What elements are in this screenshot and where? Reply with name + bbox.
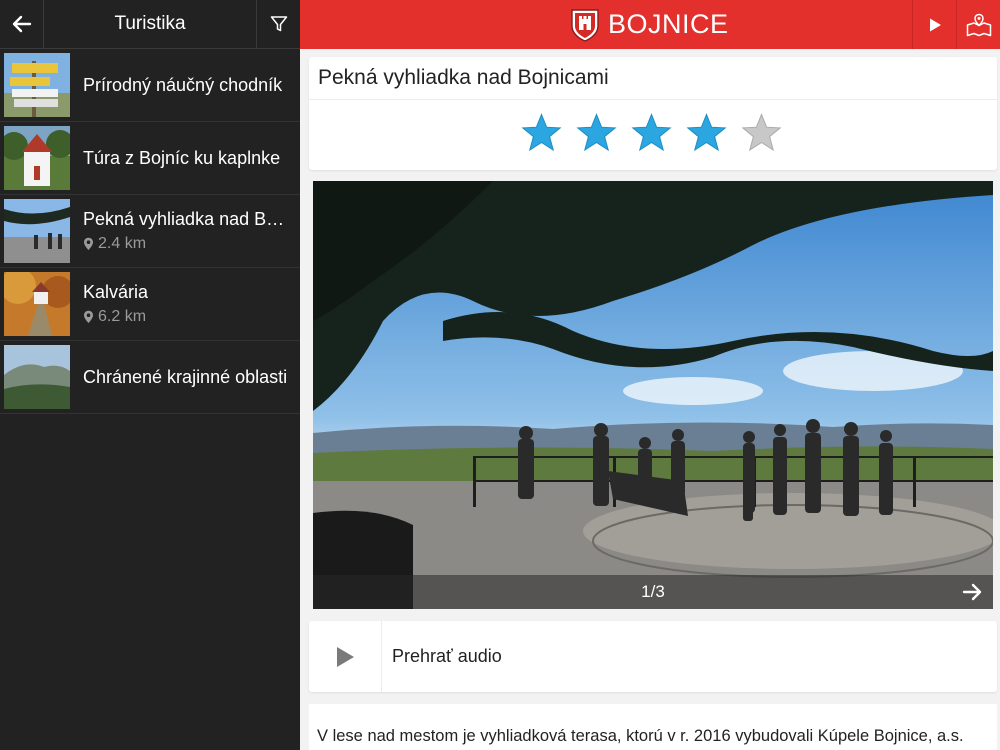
filter-button[interactable] — [256, 0, 300, 48]
item-title: Túra z Bojníc ku kaplnke — [83, 147, 281, 168]
star-filled-icon — [631, 113, 672, 152]
rating-stars — [521, 113, 782, 153]
list-item[interactable]: Kalvária 6.2 km — [0, 268, 300, 341]
next-photo-button[interactable] — [955, 575, 989, 609]
sidebar: Turistika Prírodný náučný chodník Túra z… — [0, 0, 300, 750]
sidebar-header: Turistika — [0, 0, 300, 49]
map-button[interactable] — [956, 0, 1000, 49]
item-title: Chránené krajinné oblasti — [83, 366, 288, 387]
item-title: Pekná vyhliadka nad Bojnicami — [83, 209, 288, 229]
star-filled-icon — [576, 113, 617, 152]
divider — [309, 99, 997, 100]
location-pin-icon — [84, 310, 93, 323]
brand-name: BOJNICE — [608, 9, 729, 39]
sidebar-title: Turistika — [114, 13, 186, 34]
gallery-controls: 1/3 — [313, 575, 993, 609]
audio-play-area — [309, 621, 382, 692]
play-tour-button[interactable] — [912, 0, 956, 49]
star-filled-icon — [521, 113, 562, 152]
thumbnail-image — [4, 345, 70, 409]
distance-value: 2.4 km — [98, 235, 147, 252]
audio-label: Prehrať audio — [392, 646, 502, 666]
filter-icon — [270, 16, 287, 32]
item-title: Kalvária — [83, 282, 149, 302]
map-icon — [966, 13, 991, 36]
item-distance: 6.2 km — [83, 308, 288, 326]
play-icon — [929, 18, 941, 31]
next-arrow-icon — [962, 583, 982, 601]
star-empty-icon — [741, 113, 782, 152]
thumbnail-image — [4, 199, 70, 263]
gallery-photo — [313, 181, 993, 609]
back-button[interactable] — [0, 0, 44, 48]
place-list: Prírodný náučný chodník Túra z Bojníc ku… — [0, 49, 300, 414]
description-card: V lese nad mestom je vyhliadková terasa,… — [309, 704, 997, 750]
item-title: Prírodný náučný chodník — [83, 74, 283, 95]
location-pin-icon — [84, 237, 93, 250]
gallery-counter: 1/3 — [641, 582, 665, 601]
list-item[interactable]: Chránené krajinné oblasti — [0, 341, 300, 414]
play-audio-button[interactable]: Prehrať audio — [309, 621, 997, 692]
thumbnail-image — [4, 272, 70, 336]
coat-of-arms-icon — [571, 8, 599, 42]
distance-value: 6.2 km — [98, 308, 147, 325]
thumbnail-image — [4, 53, 70, 117]
list-item[interactable]: Pekná vyhliadka nad Bojnicami 2.4 km — [0, 195, 300, 268]
title-card: Pekná vyhliadka nad Bojnicami — [309, 57, 997, 170]
top-bar: BOJNICE — [300, 0, 1000, 49]
item-distance: 2.4 km — [83, 235, 288, 253]
brand: BOJNICE — [570, 0, 729, 49]
photo-gallery[interactable]: 1/3 — [313, 181, 993, 609]
list-item[interactable]: Prírodný náučný chodník — [0, 49, 300, 122]
description-text: V lese nad mestom je vyhliadková terasa,… — [317, 727, 964, 745]
back-arrow-icon — [12, 15, 31, 33]
thumbnail-image — [4, 126, 70, 190]
place-title: Pekná vyhliadka nad Bojnicami — [318, 66, 609, 89]
list-item[interactable]: Túra z Bojníc ku kaplnke — [0, 122, 300, 195]
star-filled-icon — [686, 113, 727, 152]
play-icon — [337, 646, 354, 667]
